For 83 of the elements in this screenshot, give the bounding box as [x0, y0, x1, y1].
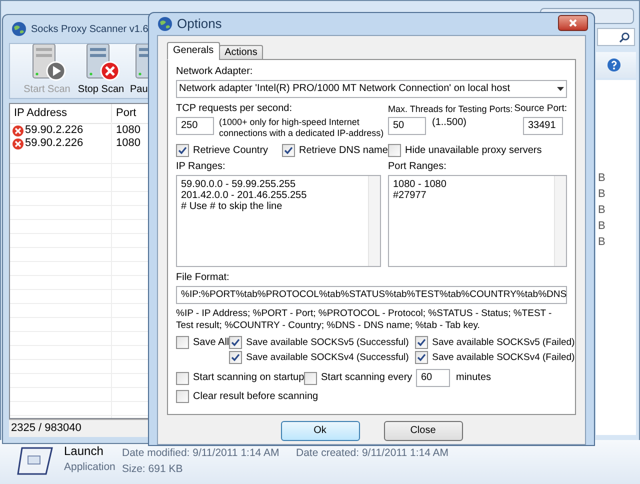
field-label: Port Ranges:: [388, 161, 448, 173]
ranges-text-area[interactable]: 1080 - 1080 #27977: [388, 175, 567, 267]
field-label: IP Ranges:: [176, 161, 226, 173]
close-icon: [569, 19, 577, 27]
checkbox-label: Start scanning on startup: [193, 372, 304, 384]
hint-text: (1000+ only for high-speed Internet connections with a dedicated IP-address): [219, 117, 385, 139]
window-title: Socks Proxy Scanner v1.6: [31, 22, 148, 36]
checkbox-label: Save available SOCKSv5 (Successful): [246, 336, 409, 348]
help-icon[interactable]: [607, 58, 621, 72]
dialog-button[interactable]: Ok: [280, 421, 360, 441]
file-size: Size: 691 KB: [122, 462, 183, 476]
file-format-field[interactable]: %IP:%PORT%tab%PROTOCOL%tab%STATUS%tab%TEST%tab%COUNTRY%tab%DNS: [176, 286, 567, 304]
globe-icon: [11, 21, 27, 37]
checkbox-label: Save available SOCKSv4 (Failed): [432, 352, 575, 364]
field-label: TCP requests per second:: [176, 103, 293, 115]
size-cell-text: B: [597, 188, 606, 201]
field-label: Network Adapter:: [176, 66, 254, 78]
status-text: 2325 / 983040: [11, 421, 82, 436]
close-button[interactable]: [558, 15, 588, 31]
text-line: 1080 - 1080: [393, 179, 448, 190]
table-cell-text: 1080: [115, 136, 140, 152]
table-cell-text: 59.90.2.226: [25, 123, 84, 138]
size-cell-text: B: [597, 220, 606, 233]
checkbox[interactable]: [304, 372, 317, 384]
size-cell-text: B: [597, 204, 606, 217]
column-header[interactable]: IP Address: [10, 104, 112, 123]
ranges-text-area[interactable]: 59.90.0.0 - 59.99.255.255 201.42.0.0 - 201.46.255.255 # Use # to skip the line: [176, 175, 381, 267]
checkbox-label: Hide unavailable proxy servers: [405, 144, 542, 156]
checkbox[interactable]: [176, 390, 189, 403]
text-field[interactable]: 50: [388, 117, 426, 135]
text-field[interactable]: 60: [416, 369, 450, 387]
unit-label: minutes: [456, 372, 492, 384]
checkbox[interactable]: [176, 372, 189, 384]
size-cell-text: B: [597, 236, 606, 249]
checkbox[interactable]: [415, 336, 428, 349]
file-type: Application: [64, 460, 116, 474]
checkbox[interactable]: [176, 144, 189, 157]
checkbox-label: Save All: [193, 336, 230, 348]
error-icon: [12, 124, 24, 136]
text-field[interactable]: 33491: [523, 117, 563, 135]
checkbox-label: Save available SOCKSv5 (Failed): [432, 336, 575, 348]
dropdown-arrow-icon: [557, 87, 564, 91]
checkbox[interactable]: [229, 351, 242, 364]
checkbox-label: Retrieve DNS name: [299, 144, 388, 156]
error-icon: [12, 138, 24, 150]
table-cell-text: 1080: [115, 123, 140, 138]
adapter-dropdown[interactable]: Network adapter 'Intel(R) PRO/1000 MT Network Connection' on local host: [176, 80, 567, 98]
dialog-title: Options: [177, 15, 222, 34]
search-field[interactable]: [597, 28, 635, 46]
checkbox[interactable]: [415, 351, 428, 364]
file-name: Launch: [64, 444, 104, 458]
text-line: 59.90.0.0 - 59.99.255.255: [181, 179, 297, 190]
tab[interactable]: Actions: [218, 45, 264, 60]
dialog-button[interactable]: Close: [384, 421, 462, 441]
globe-icon: [157, 16, 173, 32]
checkbox-label: Retrieve Country: [193, 144, 268, 156]
scrollbar[interactable]: [554, 176, 566, 266]
checkbox[interactable]: [388, 144, 401, 157]
table-cell-text: 59.90.2.226: [25, 136, 84, 152]
field-label: Max. Threads for Testing Ports:: [388, 103, 513, 115]
hint-text: (1..500): [432, 117, 466, 130]
checkbox-label: Start scanning every: [321, 372, 412, 384]
text-field[interactable]: 250: [176, 117, 214, 135]
checkbox[interactable]: [176, 336, 189, 349]
help-text: %IP - IP Address; %PORT - Port; %PROTOCOL - Protocol; %STATUS - Status; %TEST - Test result; %COUNTRY - Country; %DNS - DNS name; %tab - Tab key.: [176, 308, 553, 332]
search-icon: [619, 32, 630, 42]
tab[interactable]: Generals: [167, 42, 220, 60]
checkmark-icon: [178, 146, 187, 155]
size-cell-text: B: [597, 172, 606, 185]
field-label: File Format:: [176, 272, 230, 284]
checkbox-label: Save available SOCKSv4 (Successful): [246, 352, 409, 364]
text-line: 201.42.0.0 - 201.46.255.255: [181, 190, 308, 201]
date-modified: Date modified: 9/11/2011 1:14 AM: [122, 446, 280, 460]
checkbox[interactable]: [229, 336, 242, 349]
checkbox[interactable]: [282, 144, 295, 157]
text-line: # Use # to skip the line: [181, 201, 284, 212]
date-created: Date created: 9/11/2011 1:14 AM: [296, 446, 449, 460]
checkbox-label: Clear result before scanning: [193, 390, 318, 402]
field-label: Source Port:: [514, 103, 567, 115]
scrollbar[interactable]: [368, 176, 380, 266]
checkmark-icon: [284, 146, 293, 155]
toolbar-button[interactable]: Stop Scan: [76, 44, 126, 98]
text-line: #27977: [393, 190, 428, 201]
